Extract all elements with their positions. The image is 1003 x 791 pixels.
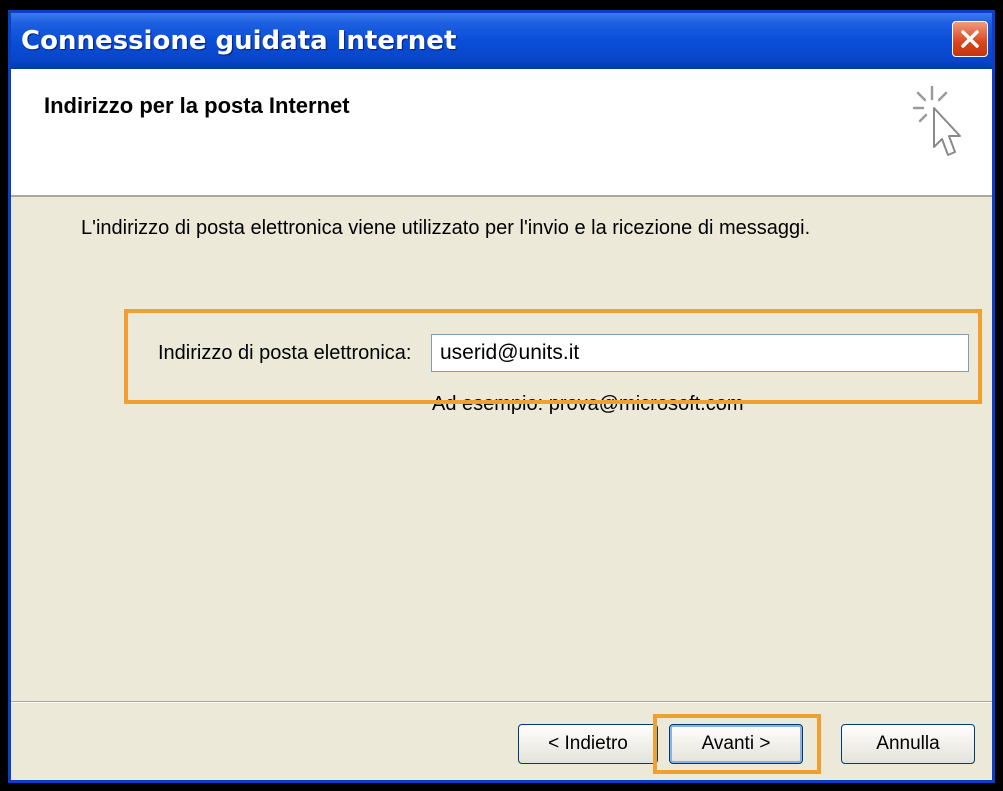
wizard-content: L'indirizzo di posta elettronica viene u… [11,197,992,780]
next-highlight-box [653,714,821,774]
page-title: Indirizzo per la posta Internet [44,93,350,118]
description-text: L'indirizzo di posta elettronica viene u… [81,217,811,239]
wizard-window: Connessione guidata Internet Indirizzo p… [8,10,995,783]
window-title: Connessione guidata Internet [21,26,457,56]
close-icon [961,30,979,48]
email-highlight-box [124,309,982,404]
wizard-cursor-icon [912,85,961,156]
cancel-button[interactable]: Annulla [841,724,975,764]
separator [11,701,992,703]
wizard-header: Indirizzo per la posta Internet [11,69,992,197]
title-bar[interactable]: Connessione guidata Internet [11,13,992,69]
close-button[interactable] [952,21,988,57]
back-button[interactable]: < Indietro [518,724,658,764]
